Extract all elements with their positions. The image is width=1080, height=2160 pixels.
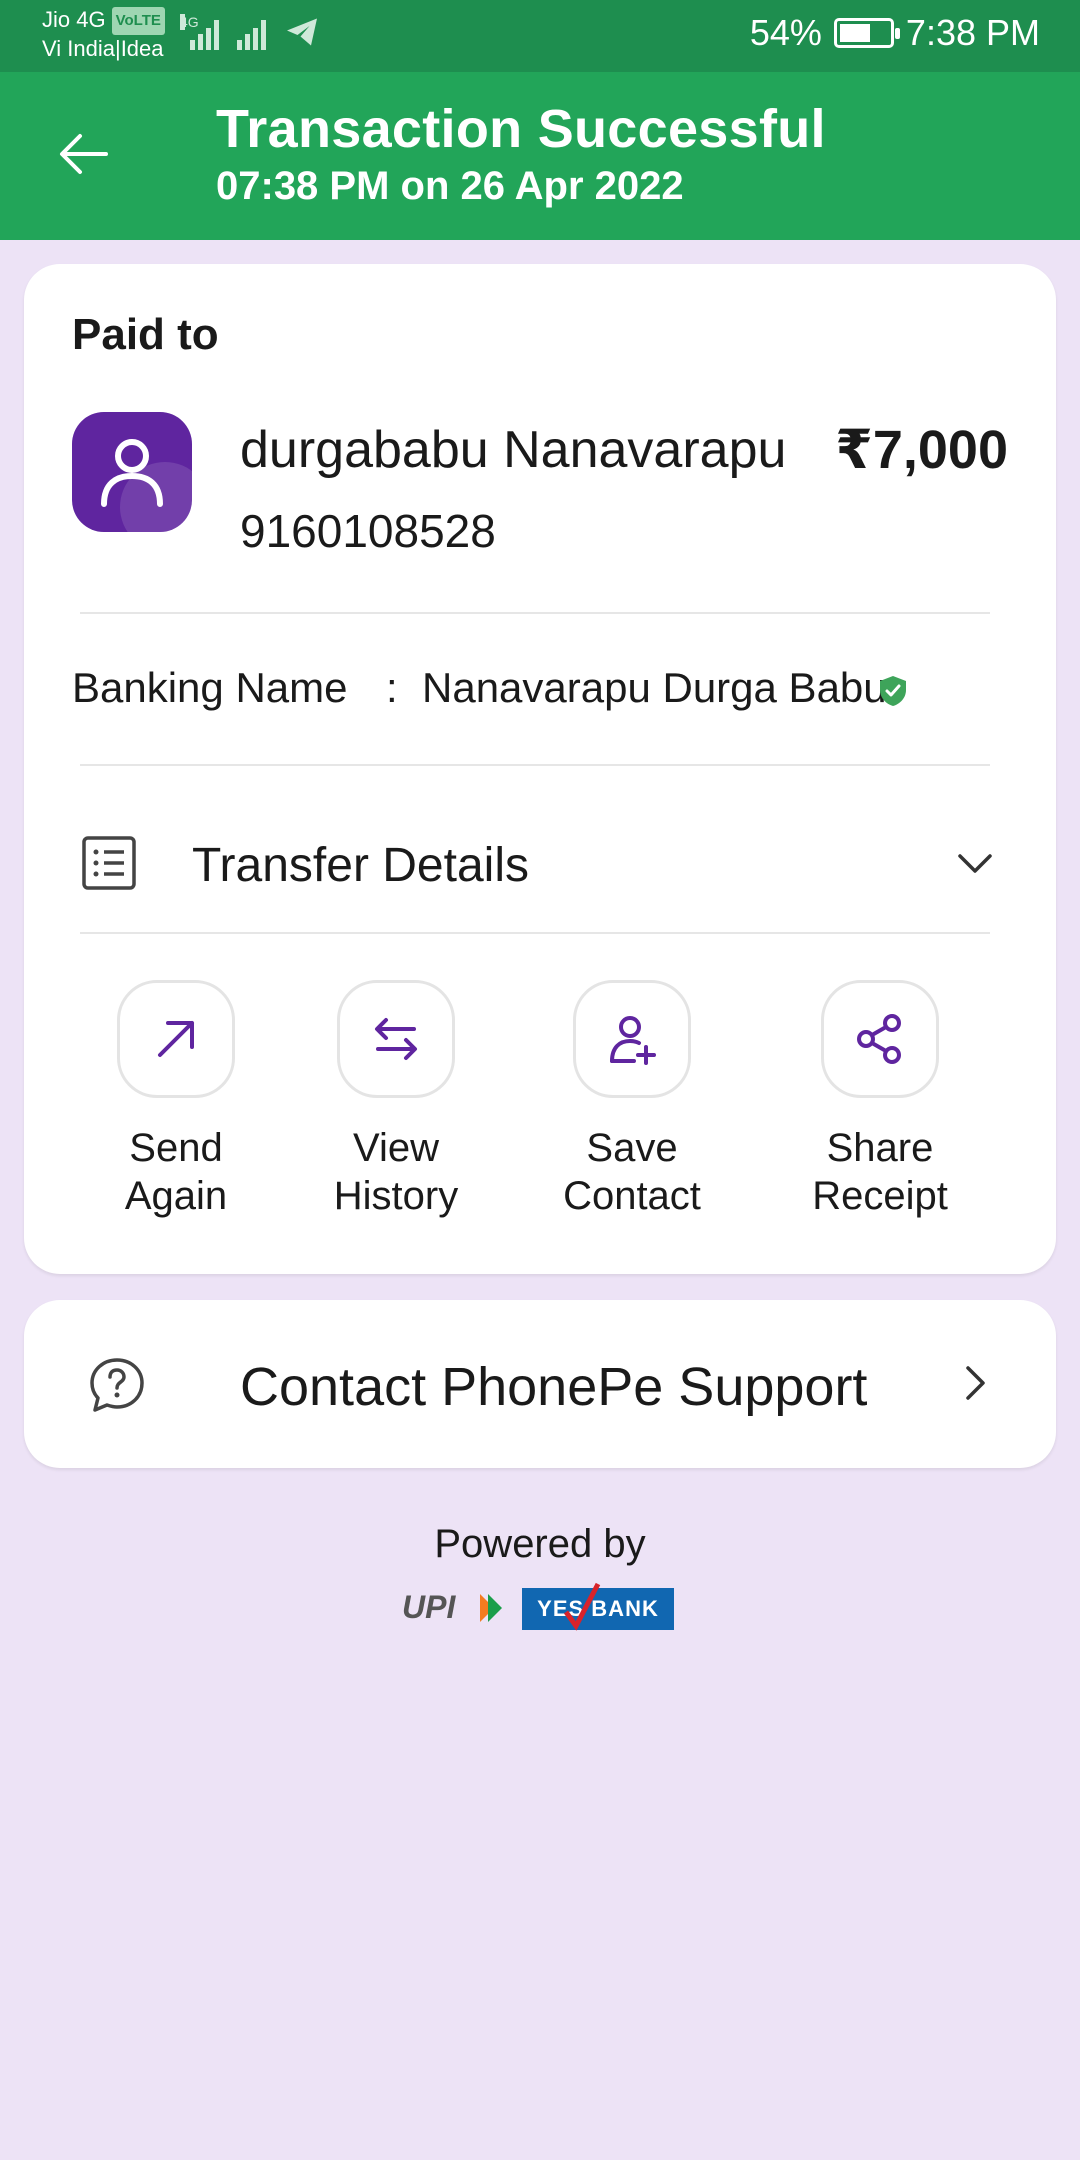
battery-percent: 54% — [749, 12, 822, 53]
header: Transaction Successful 07:38 PM on 26 Ap… — [0, 72, 1080, 240]
paid-to-label: Paid to — [72, 310, 219, 359]
page-title: Transaction Successful — [216, 99, 826, 159]
carrier-info: Jio 4G VoLTE Vi India|Idea — [42, 6, 165, 63]
upi-logo: UPI — [402, 1589, 502, 1625]
status-bar: Jio 4G VoLTE Vi India|Idea 4G 54% 7:38 PM — [0, 0, 1080, 72]
carrier-2: Vi India|Idea — [42, 36, 164, 61]
telegram-icon — [287, 18, 317, 46]
user-plus-icon — [610, 1016, 656, 1065]
arrow-left-icon[interactable] — [52, 122, 116, 186]
list-icon — [82, 836, 136, 890]
chevron-down-icon — [958, 854, 992, 873]
action-label: View — [353, 1126, 439, 1170]
action-label: Send — [129, 1126, 223, 1170]
signal-indicators: 4G — [180, 14, 320, 50]
verified-shield-icon — [880, 676, 906, 706]
payee-phone: 9160108528 — [240, 505, 496, 557]
action-label: Again — [124, 1174, 228, 1218]
volte-badge: VoLTE — [111, 7, 165, 35]
swap-arrows-icon — [375, 1018, 417, 1060]
action-label: Share — [826, 1126, 934, 1170]
partner-logos: UPI YES BANK — [400, 1582, 674, 1631]
colon: : — [386, 664, 398, 711]
transfer-details-toggle[interactable]: Transfer Details — [24, 804, 1056, 934]
action-row: Send Again View History Save Contact Sha… — [24, 980, 1056, 1240]
signal-icon: 4G — [180, 14, 219, 50]
clock: 7:38 PM — [905, 12, 1040, 53]
battery-icon — [833, 18, 900, 48]
action-label: Save — [586, 1126, 678, 1170]
share-receipt-button[interactable]: Share Receipt — [780, 980, 980, 1220]
divider — [80, 764, 990, 766]
support-label: Contact PhonePe Support — [240, 1357, 868, 1417]
amount: ₹7,000 — [835, 420, 1008, 480]
svg-text:UPI: UPI — [402, 1589, 456, 1625]
action-label: Receipt — [812, 1174, 948, 1218]
action-label: History — [333, 1174, 459, 1218]
view-history-button[interactable]: View History — [296, 980, 496, 1220]
status-right: 54% 7:38 PM — [750, 12, 1040, 54]
banking-name-value: Nanavarapu Durga Babu — [422, 664, 887, 711]
payee-name: durgababu Nanavarapu — [240, 421, 787, 479]
help-chat-icon — [90, 1358, 144, 1412]
transaction-time: 07:38 PM on 26 Apr 2022 — [216, 164, 684, 208]
user-icon — [101, 439, 163, 507]
chevron-right-icon — [966, 1366, 985, 1400]
signal-icon — [237, 14, 266, 50]
yes-bank-logo: YES BANK — [522, 1582, 674, 1631]
banking-name-label: Banking Name — [72, 664, 348, 711]
carrier-1: Jio 4G — [42, 7, 106, 32]
save-contact-button[interactable]: Save Contact — [532, 980, 732, 1220]
divider — [80, 932, 990, 934]
powered-by-label: Powered by — [434, 1522, 646, 1566]
arrow-up-right-icon — [158, 1021, 194, 1057]
send-again-button[interactable]: Send Again — [76, 980, 276, 1220]
transfer-details-label: Transfer Details — [192, 839, 529, 892]
avatar — [72, 412, 192, 532]
transaction-card: Paid to durgababu Nanavarapu 9160108528 … — [24, 264, 1056, 1274]
divider — [80, 612, 990, 614]
action-label: Contact — [563, 1174, 701, 1218]
share-icon — [857, 1014, 901, 1064]
contact-support-button[interactable]: Contact PhonePe Support — [24, 1300, 1056, 1468]
